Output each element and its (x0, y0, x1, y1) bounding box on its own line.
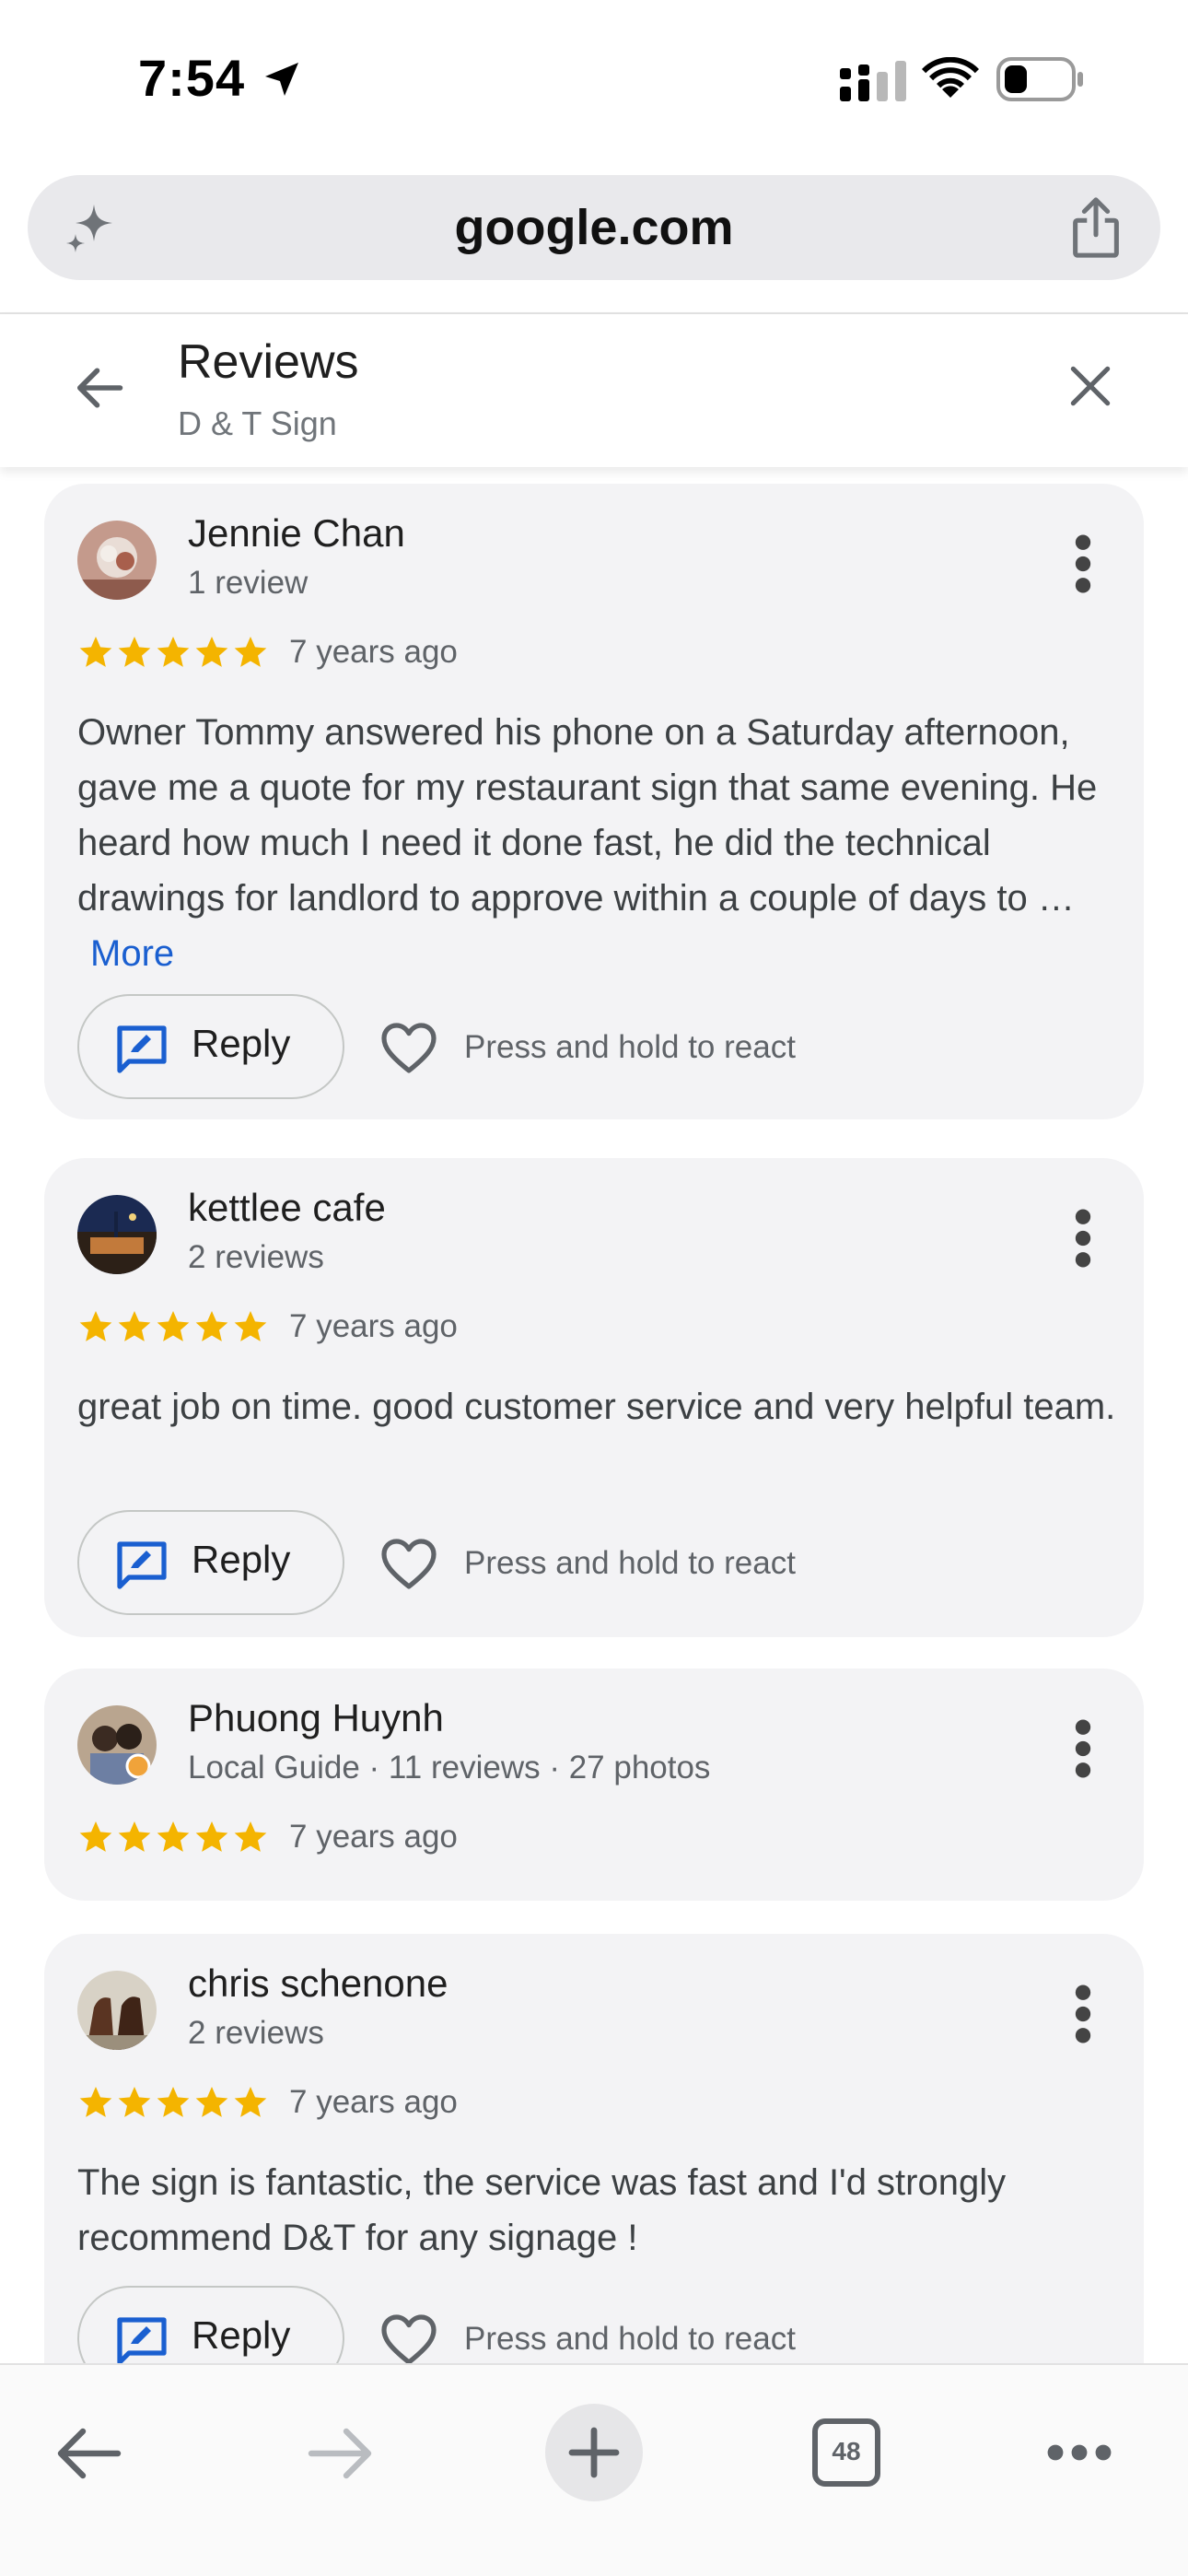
reviewer-name[interactable]: Phuong Huynh (188, 1696, 444, 1740)
react-hint: Press and hold to react (464, 1545, 796, 1581)
star-icon (118, 637, 151, 667)
star-rating: 7 years ago (77, 1814, 458, 1860)
star-icon (234, 1821, 267, 1852)
reply-button[interactable]: Reply (77, 2286, 344, 2363)
reply-button[interactable]: Reply (77, 1510, 344, 1615)
more-vert-icon[interactable] (1072, 532, 1094, 596)
review-age: 7 years ago (289, 1819, 458, 1855)
reviewer-name[interactable]: kettlee cafe (188, 1186, 386, 1230)
review-card: kettlee cafe 2 reviews 7 years ago great… (44, 1158, 1144, 1637)
star-rating: 7 years ago (77, 629, 458, 675)
react-hint: Press and hold to react (464, 2321, 796, 2357)
star-icon (157, 1821, 190, 1852)
heart-icon[interactable] (379, 2313, 438, 2363)
reviewer-name[interactable]: Jennie Chan (188, 511, 405, 556)
avatar[interactable] (77, 521, 157, 600)
tab-count: 48 (832, 2437, 861, 2465)
reply-label: Reply (192, 2313, 291, 2357)
more-vert-icon[interactable] (1072, 1982, 1094, 2046)
review-age: 7 years ago (289, 1308, 458, 1344)
review-age: 7 years ago (289, 634, 458, 670)
battery-icon (996, 57, 1083, 101)
location-arrow-icon (265, 63, 298, 96)
star-icon (79, 1821, 112, 1852)
wifi-icon (922, 57, 979, 98)
review-text: The sign is fantastic, the service was f… (77, 2162, 1007, 2258)
close-icon[interactable] (1065, 360, 1116, 412)
star-icon (195, 637, 228, 667)
more-horiz-icon[interactable] (1046, 2439, 1112, 2466)
heart-icon[interactable] (379, 1021, 438, 1076)
star-icon (118, 2087, 151, 2117)
heart-icon[interactable] (379, 1537, 438, 1592)
reviewer-meta: 2 reviews (188, 1239, 324, 1275)
reply-label: Reply (192, 1538, 291, 1581)
star-icon (234, 1311, 267, 1341)
star-icon (157, 637, 190, 667)
star-icon (195, 2087, 228, 2117)
review-card: chris schenone 2 reviews 7 years ago The… (44, 1934, 1144, 2363)
star-icon (157, 1311, 190, 1341)
review-text-content: Owner Tommy answered his phone on a Satu… (77, 712, 1098, 919)
avatar[interactable] (77, 1971, 157, 2050)
star-icon (79, 1311, 112, 1341)
back-button-icon[interactable] (55, 2424, 122, 2483)
star-rating: 7 years ago (77, 2079, 458, 2125)
review-text: Owner Tommy answered his phone on a Satu… (77, 705, 1118, 981)
new-tab-button[interactable] (545, 2404, 643, 2501)
bottom-toolbar: 48 (0, 2363, 1188, 2576)
reply-icon (117, 1025, 167, 1073)
tabs-icon[interactable]: 48 (812, 2418, 880, 2487)
address-bar[interactable]: google.com (28, 175, 1160, 280)
avatar[interactable] (77, 1195, 157, 1274)
reviewer-meta: 1 review (188, 565, 309, 601)
star-icon (234, 2087, 267, 2117)
url-text[interactable]: google.com (28, 199, 1160, 256)
avatar[interactable] (77, 1705, 157, 1785)
star-rating: 7 years ago (77, 1304, 458, 1350)
star-icon (234, 637, 267, 667)
forward-button-icon[interactable] (308, 2424, 374, 2483)
star-icon (157, 2087, 190, 2117)
reply-label: Reply (192, 1022, 291, 1065)
star-icon (79, 637, 112, 667)
signal-icon (840, 61, 906, 101)
review-age: 7 years ago (289, 2084, 458, 2120)
review-list[interactable]: Jennie Chan 1 review 7 years ago Owner T… (0, 467, 1188, 2363)
page-title: Reviews (178, 335, 359, 389)
reviewer-meta: 2 reviews (188, 2015, 324, 2051)
page-subtitle: D & T Sign (178, 404, 337, 442)
review-card: Jennie Chan 1 review 7 years ago Owner T… (44, 484, 1144, 1119)
star-icon (118, 1821, 151, 1852)
back-arrow-icon[interactable] (72, 360, 127, 416)
star-icon (195, 1311, 228, 1341)
reviews-header: Reviews D & T Sign (0, 314, 1188, 467)
more-vert-icon[interactable] (1072, 1206, 1094, 1270)
star-icon (118, 1311, 151, 1341)
reviewer-name[interactable]: chris schenone (188, 1961, 448, 2006)
status-bar: 7:54 (0, 0, 1188, 161)
more-link[interactable]: More (90, 933, 174, 974)
star-icon (79, 2087, 112, 2117)
reply-icon (117, 1541, 167, 1589)
reply-icon (117, 2317, 167, 2363)
react-hint: Press and hold to react (464, 1029, 796, 1065)
reviewer-meta: Local Guide · 11 reviews · 27 photos (188, 1750, 711, 1786)
review-text: great job on time. good customer service… (77, 1387, 1116, 1427)
review-card: Phuong Huynh Local Guide · 11 reviews · … (44, 1669, 1144, 1901)
share-icon[interactable] (1068, 195, 1124, 260)
plus-icon (568, 2427, 620, 2478)
star-icon (195, 1821, 228, 1852)
status-time: 7:54 (138, 49, 246, 107)
reply-button[interactable]: Reply (77, 994, 344, 1099)
more-vert-icon[interactable] (1072, 1716, 1094, 1781)
